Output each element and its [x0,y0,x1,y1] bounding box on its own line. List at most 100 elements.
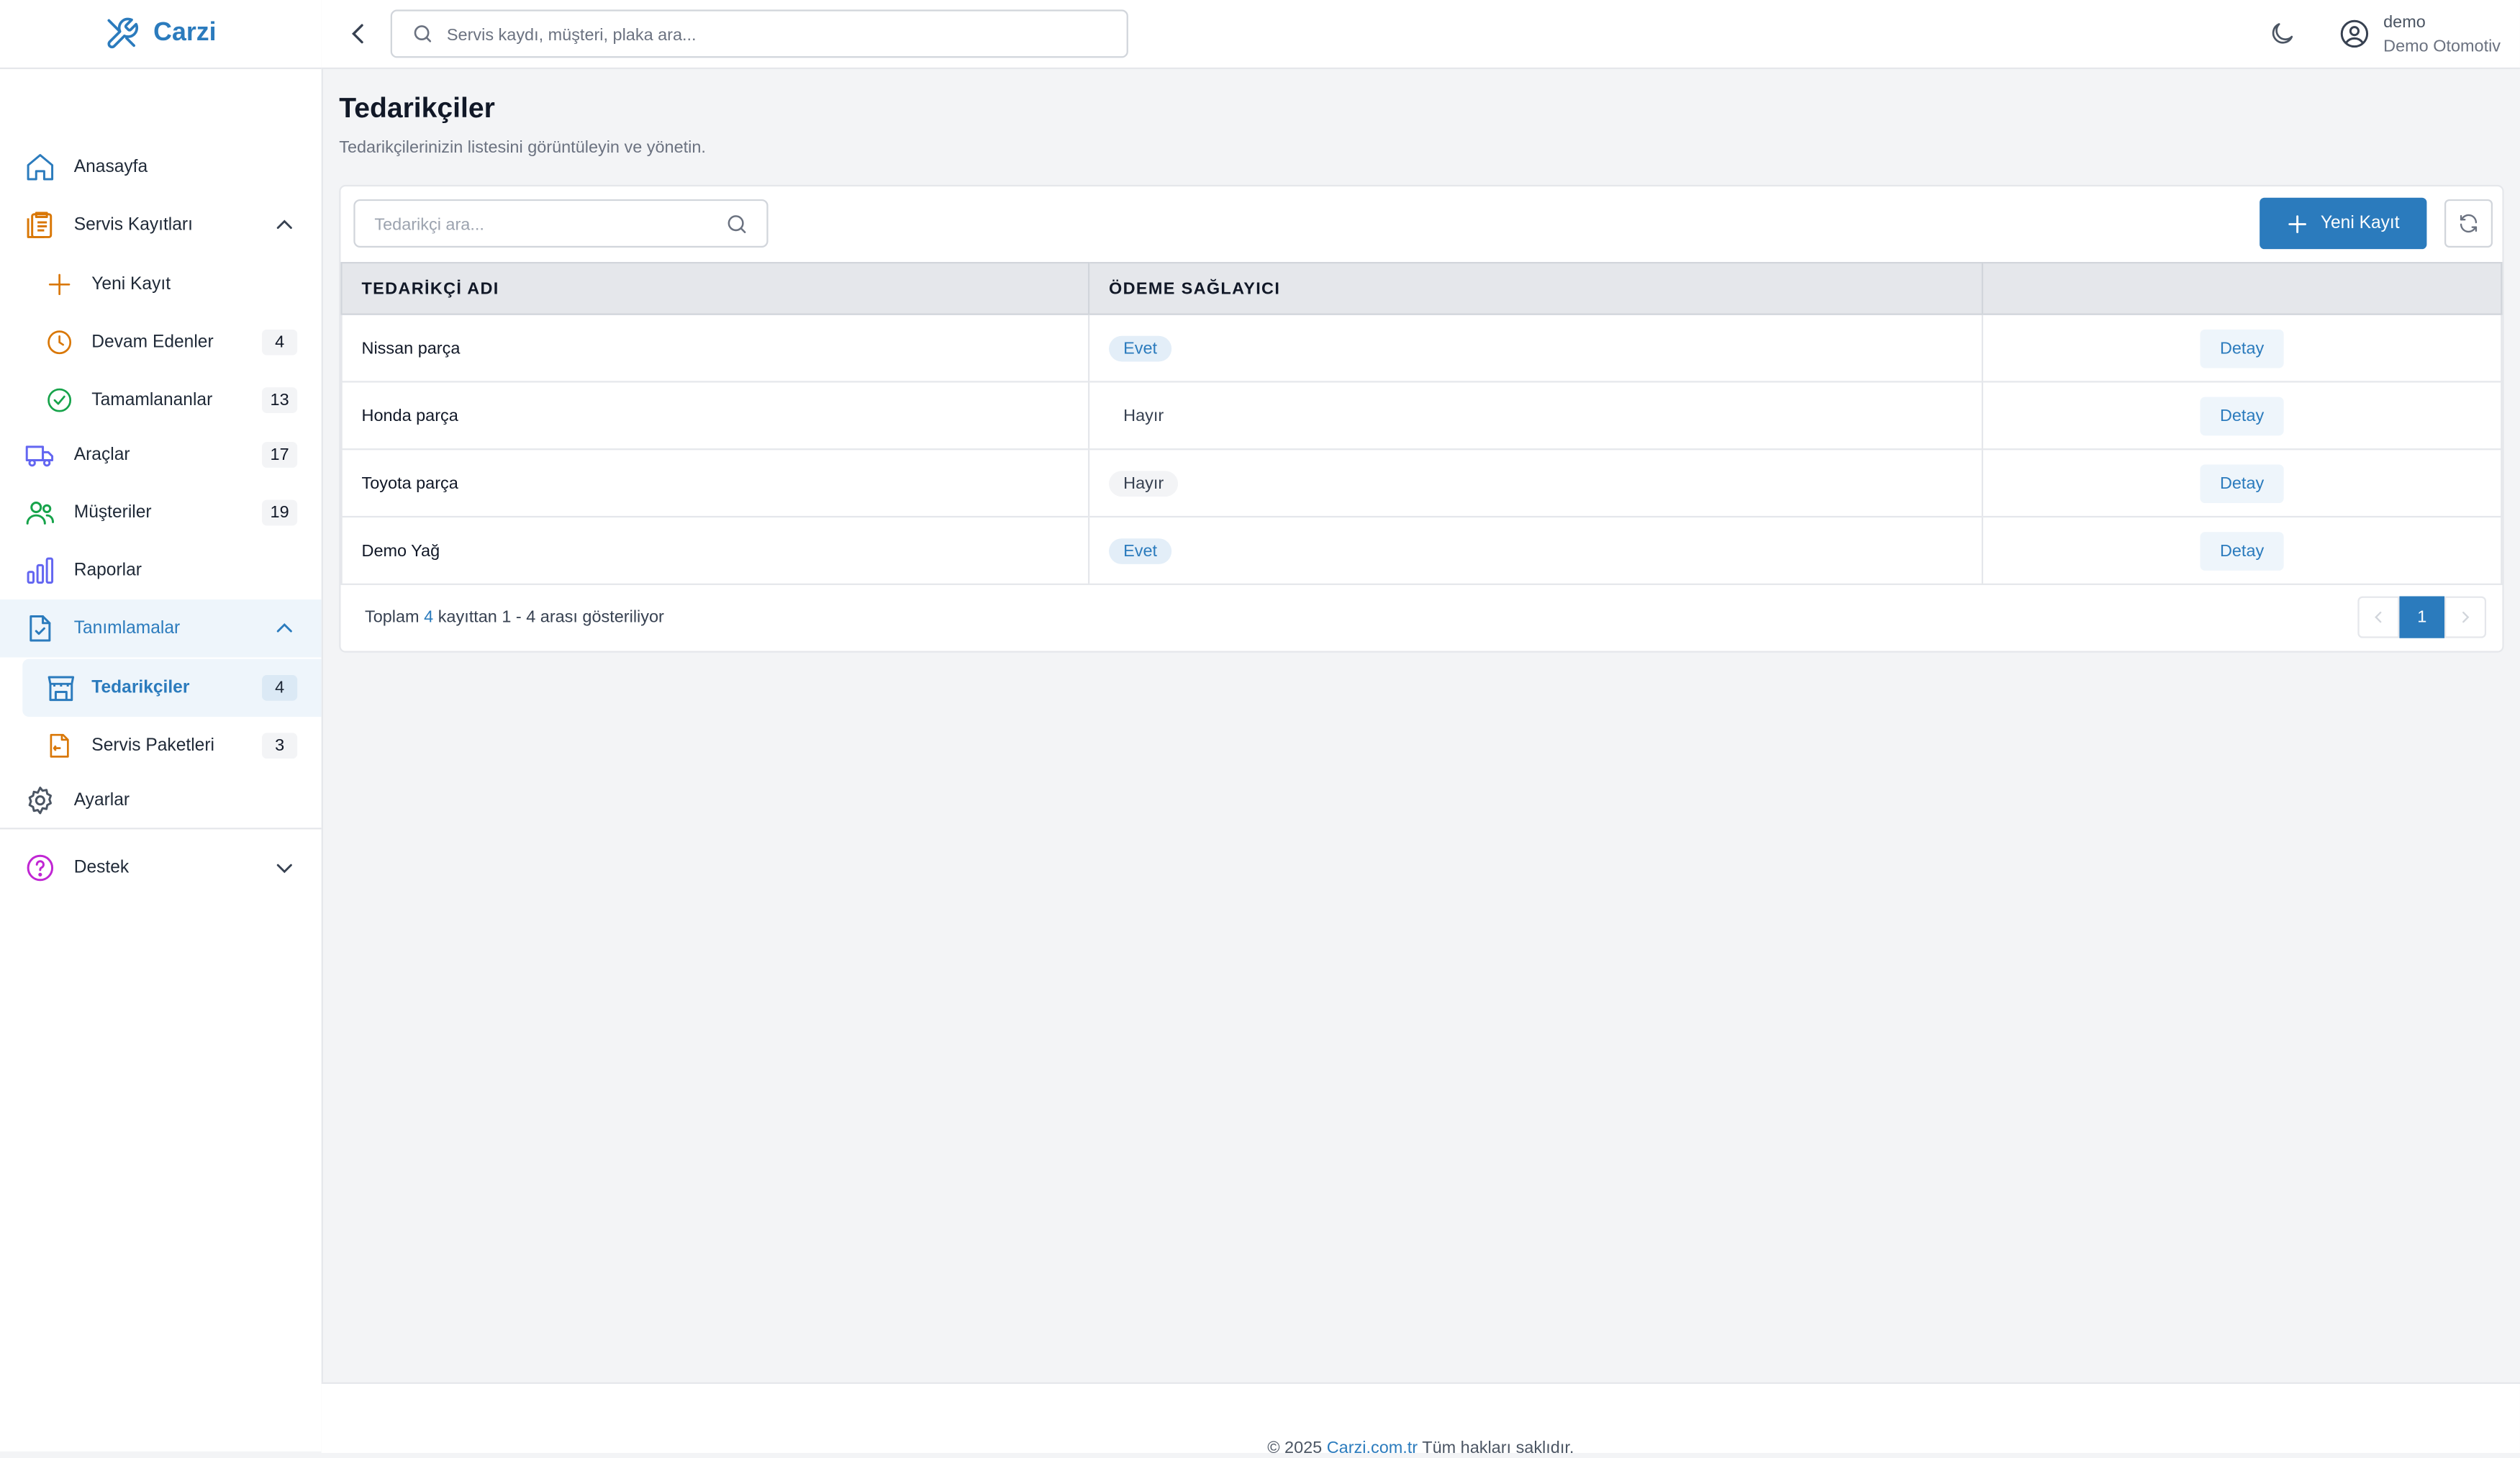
chevron-right-icon [2462,611,2470,623]
user-circle-icon[interactable] [2339,18,2371,50]
new-record-label: Yeni Kayıt [2320,214,2400,233]
sidebar-item-label: Yeni Kayıt [91,274,171,294]
sidebar-item-musteriler[interactable]: Müşteriler 19 [0,484,322,541]
users-icon [26,502,55,525]
count-badge: 17 [262,442,298,468]
sidebar-item-label: Tanımlamalar [73,618,181,638]
plus-icon [2288,214,2306,232]
sidebar-item-tedarikciler[interactable]: Tedarikçiler 4 [22,658,322,717]
count-badge: 4 [262,329,298,356]
gear-icon [28,787,53,815]
global-search-input[interactable] [443,11,1110,60]
payment-badge: Evet [1109,335,1172,361]
search-icon[interactable] [725,212,749,237]
payment-badge: Hayır [1109,470,1179,497]
supplier-search [353,199,769,250]
chevron-left-icon[interactable] [344,19,373,48]
plus-icon [48,273,71,296]
sidebar-item-anasayfa[interactable]: Anasayfa [0,138,322,196]
detail-button[interactable]: Detay [2200,328,2284,368]
refresh-button[interactable] [2444,199,2493,248]
sidebar-item-yeni-kayit[interactable]: Yeni Kayıt [0,255,322,313]
sidebar: Carzi Anasayfa Servis Kayıtları Yeni Kay… [0,0,323,1452]
sidebar-item-tanimlamalar[interactable]: Tanımlamalar [0,599,322,658]
column-header-supplier-name[interactable]: TEDARİKÇİ ADI [340,262,1090,315]
count-badge: 19 [262,499,298,526]
footer-text: © 2025 Carzi.com.tr Tüm hakları saklıdır… [1267,1411,1574,1458]
sidebar-item-label: Servis Paketleri [91,735,214,756]
chevron-up-icon [276,219,292,230]
payment-cell: Evet [1088,515,1984,585]
moon-icon[interactable] [2267,19,2296,48]
sidebar-item-araclar[interactable]: Araçlar 17 [0,426,322,484]
summary-total: 4 [424,607,434,628]
action-cell: Detay [1981,381,2503,450]
top-header: demo Demo Otomotiv [321,0,2520,70]
table-row[interactable]: Honda parça Hayır Detay [340,381,2503,450]
package-icon [50,733,69,758]
payment-badge: Evet [1109,538,1172,563]
page-subtitle: Tedarikçilerinizin listesini görüntüleyi… [339,138,706,158]
suppliers-table: TEDARİKÇİ ADI ÖDEME SAĞLAYICI Nissan par… [340,262,2503,585]
summary-prefix: Toplam [364,607,420,628]
refresh-icon [2460,214,2478,233]
sidebar-divider [0,828,322,830]
previous-page-button[interactable] [2357,596,2400,638]
table-row[interactable]: Nissan parça Evet Detay [340,313,2503,383]
sidebar-item-servis-kayitlari[interactable]: Servis Kayıtları [0,196,322,253]
payment-cell: Hayır [1088,381,1984,450]
supplier-search-input[interactable] [371,201,715,250]
table-row[interactable]: Demo Yağ Evet Detay [340,515,2503,585]
clock-icon [47,330,72,355]
sidebar-item-label: Devam Edenler [91,332,214,353]
footer-rights: Tüm hakları saklıdır. [1422,1438,1574,1458]
document-check-icon [30,615,51,642]
app-root: Carzi Anasayfa Servis Kayıtları Yeni Kay… [0,0,2520,1458]
page-title: Tedarikçiler [339,91,495,124]
sidebar-item-tamamlananlar[interactable]: Tamamlananlar 13 [0,371,322,429]
sidebar-item-destek[interactable]: Destek [0,839,322,897]
help-circle-icon [27,854,54,882]
pagination-summary: Toplam 4 kayıttan 1 - 4 arası gösteriliy… [365,607,664,627]
column-header-payment-provider[interactable]: ÖDEME SAĞLAYICI [1088,262,1984,315]
app-name: Carzi [153,19,217,47]
sidebar-item-raporlar[interactable]: Raporlar [0,542,322,599]
clipboard-list-icon [27,212,53,238]
count-badge: 13 [262,387,298,413]
bar-chart-icon [27,557,54,584]
action-cell: Detay [1981,313,2503,383]
action-cell: Detay [1981,515,2503,585]
store-icon [47,676,75,702]
detail-button[interactable]: Detay [2200,531,2284,570]
truck-icon [25,445,54,467]
payment-cell: Evet [1088,313,1984,383]
chevron-up-icon [276,623,292,633]
page-footer: © 2025 Carzi.com.tr Tüm hakları saklıdır… [321,1382,2520,1458]
sidebar-item-label: Raporlar [73,561,142,581]
supplier-name: Honda parça [340,381,1090,450]
action-cell: Detay [1981,448,2503,518]
sidebar-item-label: Ayarlar [73,790,130,810]
new-record-button[interactable]: Yeni Kayıt [2260,197,2427,250]
sidebar-item-devam-edenler[interactable]: Devam Edenler 4 [0,314,322,371]
chevron-down-icon [276,864,292,874]
detail-button[interactable]: Detay [2200,396,2284,435]
user-organization: Demo Otomotiv [2383,37,2501,57]
supplier-name: Toyota parça [340,448,1090,518]
detail-button[interactable]: Detay [2200,463,2284,502]
next-page-button[interactable] [2444,596,2487,638]
table-row[interactable]: Toyota parça Hayır Detay [340,448,2503,518]
sidebar-item-label: Servis Kayıtları [73,215,193,235]
sidebar-item-label: Tamamlananlar [91,390,213,410]
sidebar-item-ayarlar[interactable]: Ayarlar [0,771,322,829]
user-name: demo [2383,12,2426,32]
logo[interactable]: Carzi [0,0,322,70]
sidebar-item-label: Araçlar [73,445,130,465]
chevron-left-icon [2375,611,2382,623]
sidebar-item-servis-paketleri[interactable]: Servis Paketleri 3 [22,717,321,774]
sidebar-item-label: Destek [73,858,130,878]
home-icon [27,154,54,181]
page-button-current[interactable]: 1 [2399,596,2445,638]
summary-suffix: kayıttan 1 - 4 arası gösteriliyor [438,607,664,628]
footer-link[interactable]: Carzi.com.tr [1327,1439,1418,1458]
